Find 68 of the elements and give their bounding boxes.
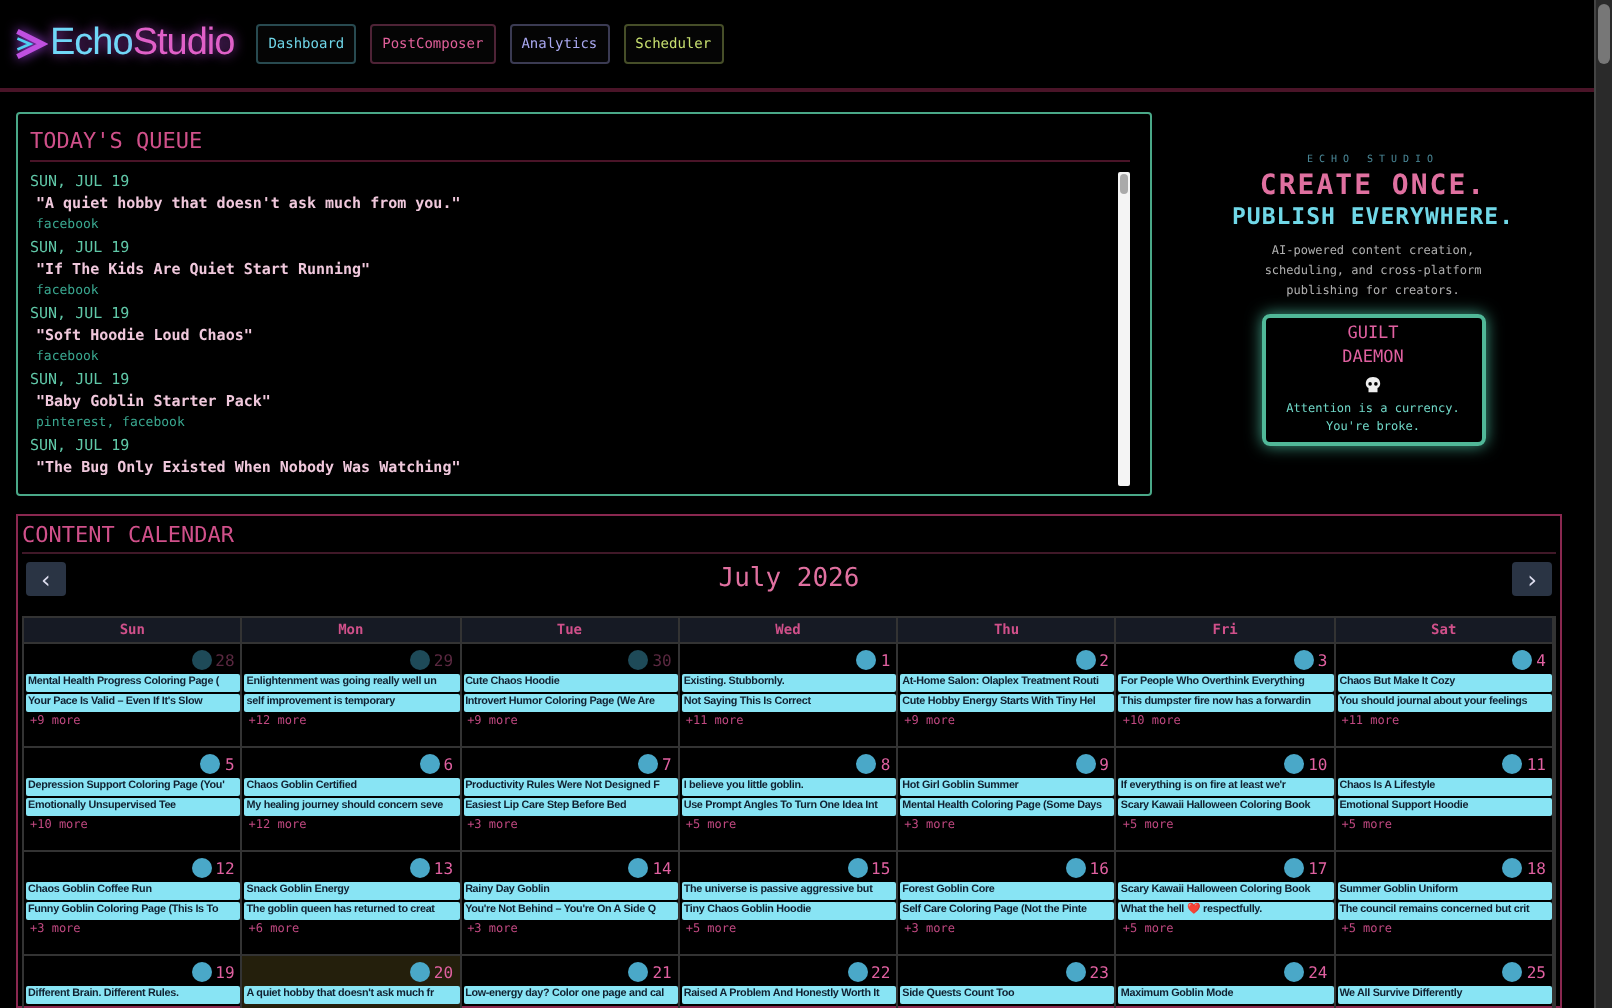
month-title: July 2026 xyxy=(718,564,860,594)
day-number: 3 xyxy=(1317,651,1328,669)
day-dot-icon xyxy=(419,754,440,774)
day-number: 1 xyxy=(880,651,891,669)
day-number: 22 xyxy=(871,963,891,981)
brand-logo-text: EchoStudio xyxy=(50,22,235,66)
day-dot-icon xyxy=(409,650,430,670)
next-month-button[interactable]: › xyxy=(1511,562,1552,596)
page-scrollbar[interactable] xyxy=(1594,0,1612,1008)
day-number: 14 xyxy=(652,859,672,877)
day-number: 15 xyxy=(871,859,891,877)
day-dot-icon xyxy=(1293,650,1314,670)
day-dot-icon xyxy=(1502,754,1523,774)
day-number: 16 xyxy=(1089,859,1109,877)
day-number: 6 xyxy=(443,755,454,773)
day-dot-icon xyxy=(409,858,430,878)
day-number: 23 xyxy=(1089,963,1109,981)
day-number: 5 xyxy=(224,755,235,773)
day-number: 9 xyxy=(1099,755,1109,773)
day-number: 12 xyxy=(215,859,235,877)
day-dot-icon xyxy=(847,962,867,982)
day-dot-icon xyxy=(628,858,649,878)
day-number: 21 xyxy=(652,963,672,981)
day-dot-icon xyxy=(847,858,867,878)
day-dot-icon xyxy=(1075,754,1096,774)
scrollbar[interactable] xyxy=(1118,172,1130,486)
day-number: 13 xyxy=(433,859,454,877)
day-dot-icon xyxy=(191,858,212,878)
day-number: 30 xyxy=(652,651,672,669)
day-number: 19 xyxy=(215,963,235,981)
skull-icon xyxy=(1364,376,1382,394)
promo-headline: CREATE ONCE. xyxy=(1259,170,1487,202)
day-dot-icon xyxy=(191,962,212,982)
day-dot-icon xyxy=(1512,650,1533,670)
day-dot-icon xyxy=(856,650,877,670)
previous-month-button[interactable]: ‹ xyxy=(26,562,66,596)
day-dot-icon xyxy=(1284,754,1305,774)
day-number: 20 xyxy=(433,963,454,981)
day-number: 8 xyxy=(880,755,891,773)
day-number: 2 xyxy=(1099,651,1109,669)
day-dot-icon xyxy=(1065,858,1086,878)
day-dot-icon xyxy=(191,650,212,670)
day-number: 11 xyxy=(1526,755,1546,773)
day-dot-icon xyxy=(409,962,430,982)
day-number: 24 xyxy=(1308,963,1328,981)
day-dot-icon xyxy=(1502,858,1523,878)
day-number: 4 xyxy=(1536,651,1546,669)
day-dot-icon xyxy=(628,650,649,670)
panel-title: TODAY'S QUEUE xyxy=(30,122,1130,162)
panel-title: CONTENT CALENDAR xyxy=(22,520,1556,554)
day-dot-icon xyxy=(628,962,649,982)
day-dot-icon xyxy=(1065,962,1086,982)
card-title: GUILT DAEMON xyxy=(1340,322,1406,370)
day-number: 7 xyxy=(662,755,672,773)
day-dot-icon xyxy=(200,754,221,774)
promo-headline: PUBLISH EVERYWHERE. xyxy=(1231,202,1515,230)
day-number: 18 xyxy=(1526,859,1546,877)
day-dot-icon xyxy=(856,754,877,774)
day-number: 29 xyxy=(433,651,454,669)
day-dot-icon xyxy=(1284,962,1305,982)
day-dot-icon xyxy=(638,754,659,774)
day-number: 28 xyxy=(215,651,235,669)
day-dot-icon xyxy=(1502,962,1523,982)
day-number: 25 xyxy=(1526,963,1546,981)
day-number: 17 xyxy=(1308,859,1328,877)
day-dot-icon xyxy=(1284,858,1305,878)
day-number: 10 xyxy=(1308,755,1328,773)
day-dot-icon xyxy=(1075,650,1096,670)
